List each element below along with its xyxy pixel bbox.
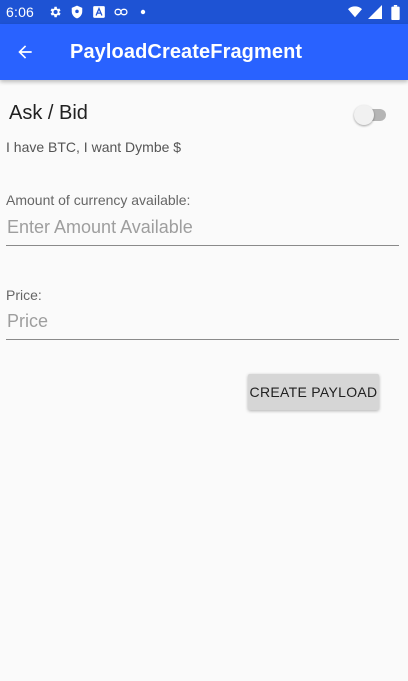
ask-bid-label: Ask / Bid: [9, 102, 88, 124]
back-button[interactable]: [13, 40, 37, 64]
wifi-icon: [348, 5, 362, 19]
signal-icon: [368, 5, 382, 19]
create-payload-button[interactable]: CREATE PAYLOAD: [248, 374, 379, 410]
settings-icon: [48, 5, 62, 19]
amount-label: Amount of currency available:: [6, 192, 191, 208]
price-label: Price:: [6, 287, 42, 303]
status-time: 6:06: [6, 4, 35, 20]
android-icon: [92, 5, 106, 19]
dot-icon: [136, 5, 150, 19]
battery-icon: [388, 4, 402, 20]
arrow-back-icon: [15, 42, 35, 62]
ask-bid-switch[interactable]: [354, 105, 388, 125]
amount-input[interactable]: [6, 214, 399, 246]
app-bar: PayloadCreateFragment: [0, 24, 408, 80]
link-icon: [114, 5, 128, 19]
status-bar: 6:06: [0, 0, 408, 24]
switch-thumb: [354, 105, 374, 125]
currency-pair-text: I have BTC, I want Dymbe $: [6, 139, 182, 155]
shield-icon: [70, 5, 84, 19]
page-title: PayloadCreateFragment: [70, 40, 303, 63]
ask-bid-row: Ask / Bid: [0, 100, 408, 130]
price-input[interactable]: [6, 308, 399, 340]
